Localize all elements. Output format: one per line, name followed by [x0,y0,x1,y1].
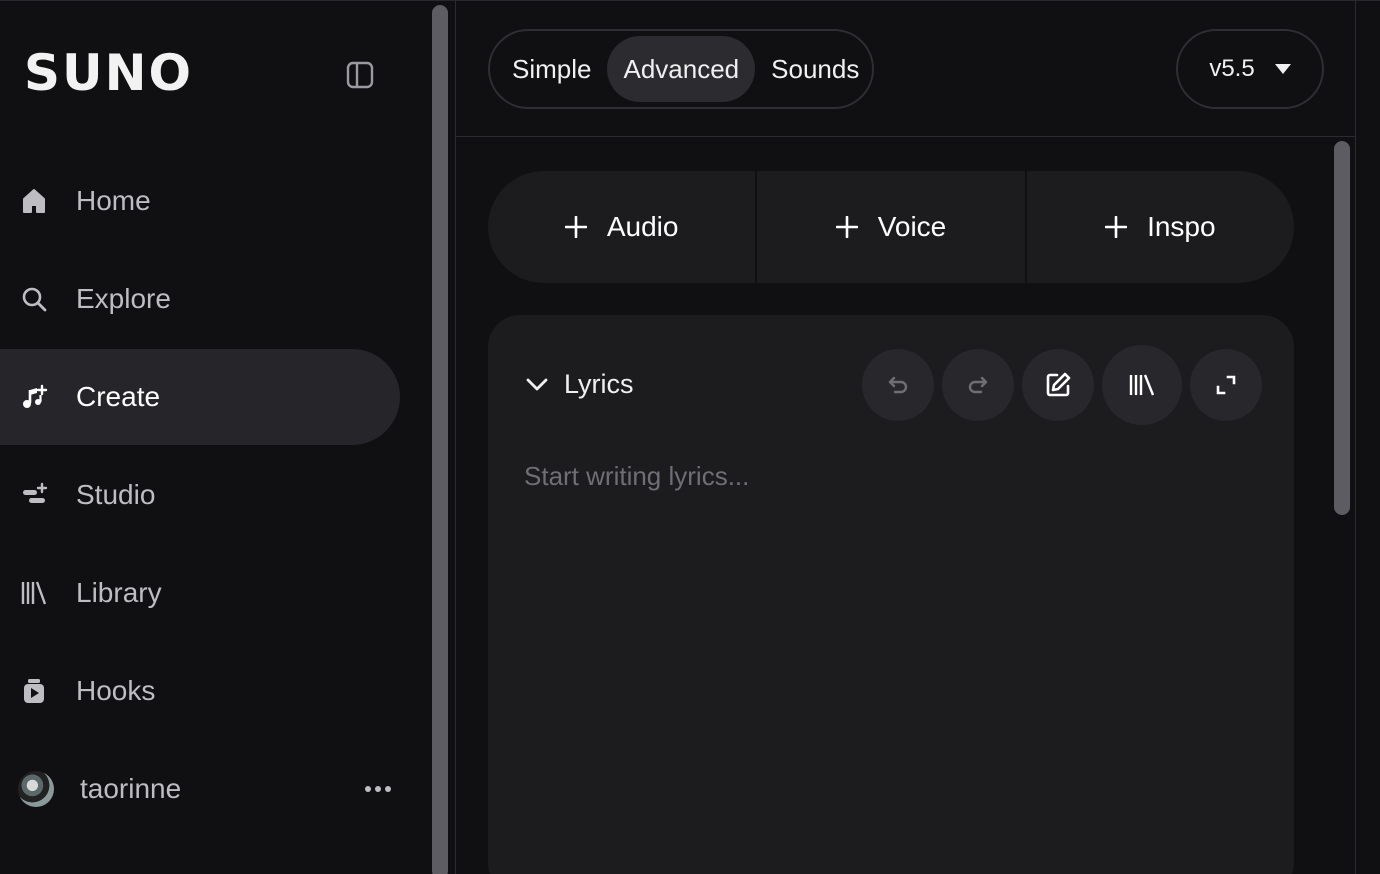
chevron-down-icon [526,378,548,390]
studio-icon [20,481,48,509]
home-icon [20,187,48,215]
version-select[interactable]: v5.5 [1176,29,1324,109]
plus-icon [835,216,858,238]
sidebar-item-studio[interactable]: Studio [0,447,400,543]
tab-simple[interactable]: Simple [496,36,607,102]
lyrics-panel: Lyrics [488,315,1294,874]
tab-sounds[interactable]: Sounds [755,36,875,102]
add-audio-button[interactable]: Audio [488,171,755,283]
add-inspo-button[interactable]: Inspo [1024,171,1294,283]
main-scrollbar[interactable] [1334,141,1350,515]
expand-icon [1216,375,1236,395]
sidebar-item-home[interactable]: Home [0,153,400,249]
redo-icon [968,376,988,394]
sidebar-item-create[interactable]: Create [0,349,400,445]
sidebar-item-label: Studio [76,479,156,510]
lyrics-collapse-toggle[interactable]: Lyrics [526,369,634,400]
plus-icon [1105,216,1128,238]
more-options-button[interactable] [364,775,392,803]
undo-button[interactable] [862,349,934,421]
lyrics-library-button[interactable] [1102,345,1182,425]
lyrics-title: Lyrics [564,369,634,399]
sidebar-panel-icon [346,61,374,89]
plus-icon [564,216,587,238]
expand-button[interactable] [1190,349,1262,421]
add-inputs-bar: Audio Voice Inspo [488,171,1294,283]
undo-icon [888,376,908,394]
mode-switch: Simple Advanced Sounds [488,29,874,109]
tab-advanced[interactable]: Advanced [607,36,756,102]
sidebar-item-library[interactable]: Library [0,545,400,641]
user-name: taorinne [80,773,182,804]
sidebar-toggle-button[interactable] [340,55,380,95]
search-icon [20,285,48,313]
lyrics-input[interactable] [524,461,1254,861]
add-audio-label: Audio [606,211,679,242]
more-dots-icon [365,786,391,792]
edit-icon [1046,372,1071,397]
library-icon [1129,374,1155,396]
logo-text: SUNO [24,44,193,102]
add-voice-label: Voice [877,211,947,242]
sidebar-scrollbar[interactable] [432,5,448,874]
sidebar-item-label: Hooks [76,675,156,706]
sidebar-item-label: Create [76,381,161,412]
sidebar-item-explore[interactable]: Explore [0,251,400,347]
caret-down-icon [1274,64,1291,74]
create-header: Simple Advanced Sounds v5.5 [456,1,1355,137]
library-icon [20,579,48,607]
sidebar-item-label: Library [76,577,162,608]
add-voice-button[interactable]: Voice [755,171,1024,283]
sidebar-item-profile[interactable]: taorinne [0,741,400,837]
create-music-icon [20,383,48,411]
sidebar-item-label: Explore [76,283,171,314]
suno-logo[interactable]: SUNO [24,45,193,101]
avatar [18,771,54,807]
add-inspo-label: Inspo [1147,211,1216,242]
edit-lyrics-button[interactable] [1022,349,1094,421]
version-value: v5.5 [1209,55,1255,82]
sidebar-item-label: Home [76,185,151,216]
sidebar-item-hooks[interactable]: Hooks [0,643,400,739]
app-window: SUNO Home Explore Create Studio Library … [0,0,1380,874]
redo-button[interactable] [942,349,1014,421]
sidebar: SUNO Home Explore Create Studio Library … [0,1,430,874]
divider [1355,1,1356,874]
hooks-icon [20,677,48,705]
